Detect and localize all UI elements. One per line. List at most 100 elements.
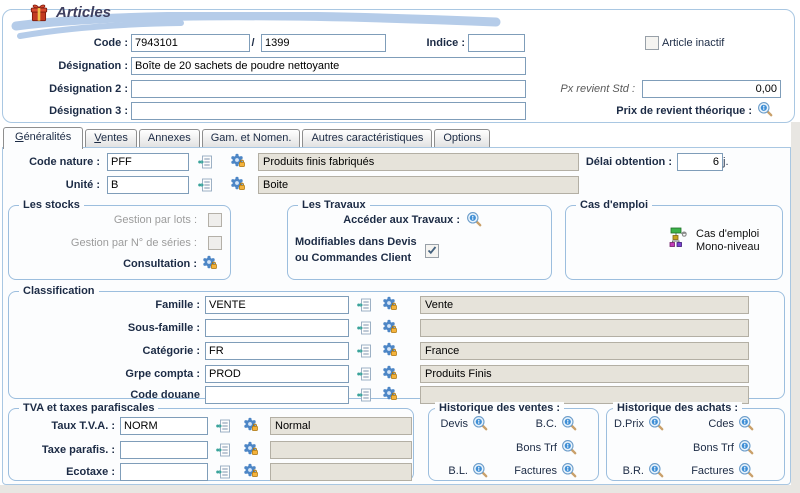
categorie-gear-icon[interactable] <box>382 342 398 358</box>
tab-annexes[interactable]: Annexes <box>139 129 200 147</box>
consultation-gear-icon[interactable] <box>202 255 218 271</box>
famille-list-select-icon[interactable] <box>357 298 371 312</box>
br-magnifier-icon[interactable] <box>648 462 664 478</box>
br-label: B.R. <box>604 465 644 477</box>
dprix-label: D.Prix <box>604 418 644 430</box>
unite-display: Boite <box>258 176 579 194</box>
code-douane-list-select-icon[interactable] <box>357 388 371 402</box>
tab-gam-et-nomen[interactable]: Gam. et Nomen. <box>202 129 301 147</box>
categorie-list-select-icon[interactable] <box>357 344 371 358</box>
consultation-label: Consultation : <box>15 258 197 270</box>
tab-bar: Généralités Ventes Annexes Gam. et Nomen… <box>3 126 492 148</box>
taxe-parafis-list-select-icon[interactable] <box>216 443 230 457</box>
code-nature-gear-icon[interactable] <box>230 153 246 169</box>
unite-input[interactable]: B <box>107 176 189 194</box>
ventes-bons-trf-magnifier-icon[interactable] <box>561 439 577 455</box>
code-douane-label: Code douane <box>40 389 200 401</box>
page-title: Articles <box>56 4 111 21</box>
sous-famille-list-select-icon[interactable] <box>357 321 371 335</box>
delai-obtention-label: Délai obtention : <box>490 156 672 168</box>
taux-tva-gear-icon[interactable] <box>243 417 259 433</box>
achats-bons-trf-magnifier-icon[interactable] <box>738 439 754 455</box>
devis-magnifier-icon[interactable] <box>472 415 488 431</box>
taux-tva-list-select-icon[interactable] <box>216 419 230 433</box>
code-douane-gear-icon[interactable] <box>382 386 398 402</box>
famille-gear-icon[interactable] <box>382 296 398 312</box>
acceder-travaux-label: Accéder aux Travaux : <box>297 214 460 226</box>
famille-label: Famille : <box>40 299 200 311</box>
designation-label: Désignation : <box>0 60 128 72</box>
taux-tva-input[interactable]: NORM <box>120 417 208 435</box>
tab-autres-caracteristiques[interactable]: Autres caractéristiques <box>302 129 432 147</box>
grpe-compta-input[interactable]: PROD <box>205 365 349 383</box>
cdes-magnifier-icon[interactable] <box>738 415 754 431</box>
ecotaxe-display <box>270 463 412 481</box>
dprix-magnifier-icon[interactable] <box>648 415 664 431</box>
designation2-label: Désignation 2 : <box>0 83 128 95</box>
categorie-label: Catégorie : <box>40 345 200 357</box>
tab-generalites[interactable]: Généralités <box>3 127 83 149</box>
designation2-input[interactable] <box>131 80 526 98</box>
stocks-group-title: Les stocks <box>19 199 84 211</box>
grpe-compta-display: Produits Finis <box>420 365 749 383</box>
sous-famille-input[interactable] <box>205 319 349 337</box>
historique-ventes-title: Historique des ventes : <box>435 402 564 414</box>
unite-label: Unité : <box>0 179 100 191</box>
bc-magnifier-icon[interactable] <box>561 415 577 431</box>
categorie-input[interactable]: FR <box>205 342 349 360</box>
devis-label: Devis <box>426 418 468 430</box>
taxe-parafis-input[interactable] <box>120 441 208 459</box>
bl-magnifier-icon[interactable] <box>472 462 488 478</box>
ecotaxe-list-select-icon[interactable] <box>216 465 230 479</box>
article-inactif-checkbox[interactable] <box>645 36 659 50</box>
ventes-factures-magnifier-icon[interactable] <box>561 462 577 478</box>
gestion-series-checkbox <box>208 236 222 250</box>
classification-group-title: Classification <box>19 285 99 297</box>
unite-list-select-icon[interactable] <box>198 178 212 192</box>
ecotaxe-input[interactable] <box>120 463 208 481</box>
modifiables-checkbox[interactable] <box>425 244 439 258</box>
cdes-label: Cdes <box>678 418 734 430</box>
tab-ventes[interactable]: Ventes <box>85 129 137 147</box>
code-nature-list-select-icon[interactable] <box>198 155 212 169</box>
achats-factures-magnifier-icon[interactable] <box>738 462 754 478</box>
taxe-parafis-gear-icon[interactable] <box>243 441 259 457</box>
designation-input[interactable]: Boîte de 20 sachets de poudre nettoyante <box>131 57 526 75</box>
code-nature-label: Code nature : <box>0 156 100 168</box>
code-nature-input[interactable]: PFF <box>107 153 189 171</box>
famille-input[interactable]: VENTE <box>205 296 349 314</box>
articles-window: { "header": { "title": "Articles", "code… <box>0 0 800 493</box>
window-bottom-margin <box>0 485 800 493</box>
cas-emploi-link-line2[interactable]: Mono-niveau <box>696 241 760 253</box>
delai-obtention-input[interactable]: 6 <box>677 153 723 171</box>
travaux-group-title: Les Travaux <box>298 199 370 211</box>
famille-display: Vente <box>420 296 749 314</box>
cas-emploi-group-title: Cas d'emploi <box>576 199 652 211</box>
designation3-input[interactable] <box>131 102 526 120</box>
gift-icon <box>28 2 50 24</box>
cas-emploi-link-line1[interactable]: Cas d'emploi <box>696 228 759 240</box>
bc-label: B.C. <box>500 418 557 430</box>
tva-group-title: TVA et taxes parafiscales <box>19 402 158 414</box>
achats-bons-trf-label: Bons Trf <box>678 442 734 454</box>
ventes-bons-trf-label: Bons Trf <box>500 442 557 454</box>
article-inactif-label: Article inactif <box>662 37 762 49</box>
unite-gear-icon[interactable] <box>230 176 246 192</box>
designation3-label: Désignation 3 : <box>0 105 128 117</box>
grpe-compta-gear-icon[interactable] <box>382 365 398 381</box>
modifiables-label-line2: ou Commandes Client <box>295 252 411 264</box>
cas-emploi-hierarchy-icon[interactable] <box>668 226 690 248</box>
grpe-compta-label: Grpe compta : <box>40 368 200 380</box>
tab-options[interactable]: Options <box>434 129 490 147</box>
grpe-compta-list-select-icon[interactable] <box>357 367 371 381</box>
code-douane-input[interactable] <box>205 386 349 404</box>
prix-theorique-magnifier-icon[interactable] <box>757 101 773 117</box>
prix-revient-theorique-label: Prix de revient théorique : <box>500 105 752 117</box>
ecotaxe-gear-icon[interactable] <box>243 463 259 479</box>
modifiables-label-line1: Modifiables dans Devis <box>295 236 417 248</box>
px-revient-std-input[interactable]: 0,00 <box>642 80 781 98</box>
taux-tva-label: Taux T.V.A. : <box>0 420 115 432</box>
acceder-travaux-magnifier-icon[interactable] <box>466 211 482 227</box>
window-right-margin <box>791 122 800 485</box>
sous-famille-gear-icon[interactable] <box>382 319 398 335</box>
